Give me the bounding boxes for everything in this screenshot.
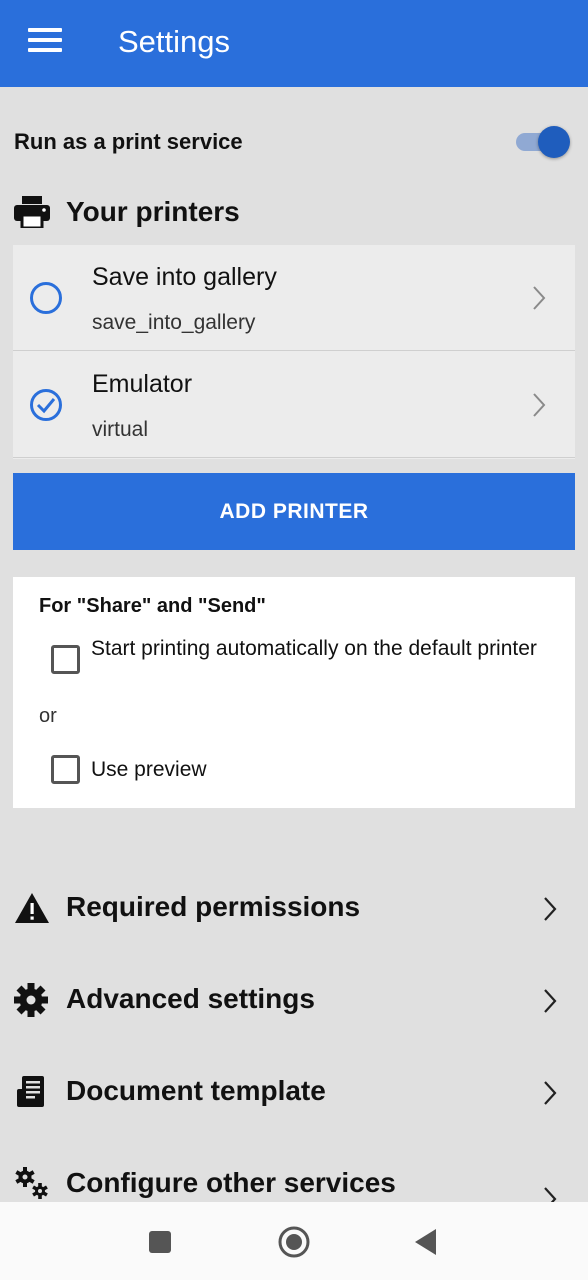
printer-item-emulator[interactable]: Emulator virtual xyxy=(13,352,575,458)
recents-square-icon[interactable] xyxy=(143,1225,177,1259)
printer-icon xyxy=(14,196,50,228)
back-triangle-icon[interactable] xyxy=(410,1225,444,1259)
use-preview-checkbox[interactable] xyxy=(51,755,80,784)
menu-item-label: Configure other services xyxy=(66,1167,396,1198)
system-navigation-bar xyxy=(0,1202,588,1280)
or-label: or xyxy=(39,705,57,727)
radio-unselected-icon[interactable] xyxy=(29,281,63,315)
warning-icon xyxy=(15,893,49,923)
share-send-heading: For "Share" and "Send" xyxy=(39,595,266,617)
chevron-right-icon xyxy=(533,393,546,417)
printer-name: Emulator xyxy=(92,370,193,398)
use-preview-label[interactable]: Use preview xyxy=(91,758,207,782)
share-send-card: For "Share" and "Send" Start printing au… xyxy=(13,577,575,808)
page-title: Settings xyxy=(118,24,231,59)
menu-item-document-template[interactable]: Document template xyxy=(14,1067,574,1117)
chevron-right-icon xyxy=(533,286,546,310)
home-circle-icon[interactable] xyxy=(277,1225,311,1259)
print-service-row[interactable]: Run as a print service xyxy=(14,126,574,158)
gear-icon xyxy=(14,983,48,1017)
app-bar: Settings xyxy=(0,0,588,87)
document-template-icon xyxy=(17,1076,44,1107)
chevron-right-icon xyxy=(544,989,557,1013)
chevron-right-icon xyxy=(544,897,557,921)
radio-selected-check-icon[interactable] xyxy=(29,388,63,422)
add-printer-button[interactable]: ADD PRINTER xyxy=(13,473,575,550)
menu-item-label: Advanced settings xyxy=(66,983,315,1014)
menu-item-label: Document template xyxy=(66,1075,326,1106)
printers-heading: Your printers xyxy=(66,196,240,227)
menu-item-label: Required permissions xyxy=(66,891,361,922)
printer-list: Save into gallery save_into_gallery Emul… xyxy=(13,245,575,459)
printer-name: Save into gallery xyxy=(92,263,277,291)
menu-item-required-permissions[interactable]: Required permissions xyxy=(14,883,574,933)
hamburger-menu-icon[interactable] xyxy=(28,28,62,56)
auto-print-label[interactable]: Start printing automatically on the defa… xyxy=(91,635,551,662)
print-service-label: Run as a print service xyxy=(14,129,243,154)
menu-item-advanced-settings[interactable]: Advanced settings xyxy=(14,975,574,1025)
auto-print-checkbox[interactable] xyxy=(51,645,80,674)
printer-id: virtual xyxy=(92,418,149,441)
print-service-toggle[interactable] xyxy=(514,126,570,158)
gears-icon xyxy=(15,1167,48,1199)
printer-id: save_into_gallery xyxy=(92,311,256,334)
printer-item-save-into-gallery[interactable]: Save into gallery save_into_gallery xyxy=(13,245,575,351)
chevron-right-icon xyxy=(544,1081,557,1105)
